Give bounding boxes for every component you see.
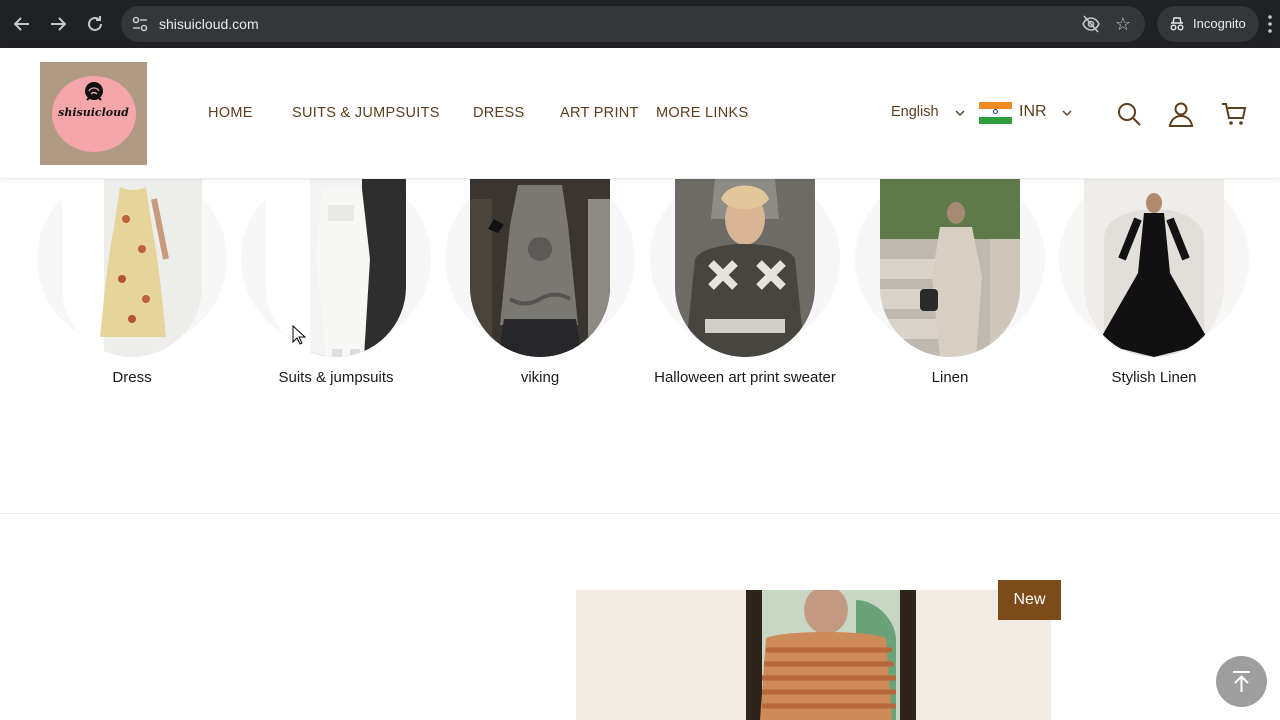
nav-suits-jumpsuits[interactable]: SUITS & JUMPSUITS <box>292 105 440 121</box>
star-icon[interactable]: ☆ <box>1113 14 1133 34</box>
category-image[interactable] <box>470 179 610 357</box>
chevron-down-icon[interactable] <box>955 110 965 116</box>
category-image[interactable] <box>1084 179 1224 357</box>
back-arrow-icon[interactable] <box>10 12 34 36</box>
category-image[interactable] <box>880 179 1020 357</box>
incognito-button[interactable]: Incognito <box>1157 6 1259 42</box>
category-label[interactable]: Linen <box>855 367 1045 390</box>
more-vert-icon[interactable] <box>1268 14 1272 34</box>
nav-art-print[interactable]: ART PRINT <box>560 105 639 121</box>
category-carousel: Dress Suits & jumpsuits viking Halloween… <box>0 169 1280 419</box>
category-label[interactable]: Stylish Linen <box>1059 367 1249 390</box>
category-image[interactable] <box>62 179 202 357</box>
nav-home[interactable]: HOME <box>208 105 253 121</box>
product-image[interactable] <box>576 590 1051 720</box>
account-icon[interactable] <box>1168 101 1194 127</box>
arrow-up-icon <box>1233 671 1250 692</box>
url-text[interactable]: shisuicloud.com <box>159 6 259 42</box>
reload-icon[interactable] <box>83 12 107 36</box>
language-selector[interactable]: English <box>891 104 939 120</box>
category-image[interactable] <box>675 179 815 357</box>
cart-icon[interactable] <box>1221 101 1247 127</box>
site-settings-icon[interactable] <box>131 15 149 33</box>
category-label[interactable]: Suits & jumpsuits <box>241 367 431 390</box>
logo-text: shisuicloud <box>58 106 129 119</box>
india-flag-icon[interactable] <box>979 102 1012 124</box>
new-badge: New <box>998 580 1061 620</box>
site-header: shisuicloud HOME SUITS & JUMPSUITS DRESS… <box>0 48 1280 179</box>
scroll-to-top-button[interactable] <box>1216 656 1267 707</box>
rose-icon <box>85 82 103 101</box>
mouse-cursor-icon <box>292 325 306 345</box>
browser-toolbar: shisuicloud.com ☆ Incognito <box>0 0 1280 48</box>
nav-dress[interactable]: DRESS <box>473 105 524 121</box>
search-icon[interactable] <box>1116 101 1142 127</box>
site-logo[interactable]: shisuicloud <box>40 62 147 165</box>
category-label[interactable]: Halloween art print sweater <box>650 367 840 390</box>
chevron-down-icon[interactable] <box>1062 110 1072 116</box>
eye-off-icon[interactable] <box>1081 15 1101 33</box>
forward-arrow-icon[interactable] <box>46 12 70 36</box>
section-divider <box>0 513 1280 514</box>
nav-more-links[interactable]: MORE LINKS <box>656 105 748 121</box>
category-image[interactable] <box>266 179 406 357</box>
category-label[interactable]: viking <box>445 367 635 390</box>
category-label[interactable]: Dress <box>37 367 227 390</box>
incognito-label: Incognito <box>1193 16 1246 31</box>
address-bar[interactable]: shisuicloud.com ☆ <box>121 6 1145 42</box>
incognito-icon <box>1170 17 1184 31</box>
currency-selector[interactable]: INR <box>1019 103 1047 121</box>
